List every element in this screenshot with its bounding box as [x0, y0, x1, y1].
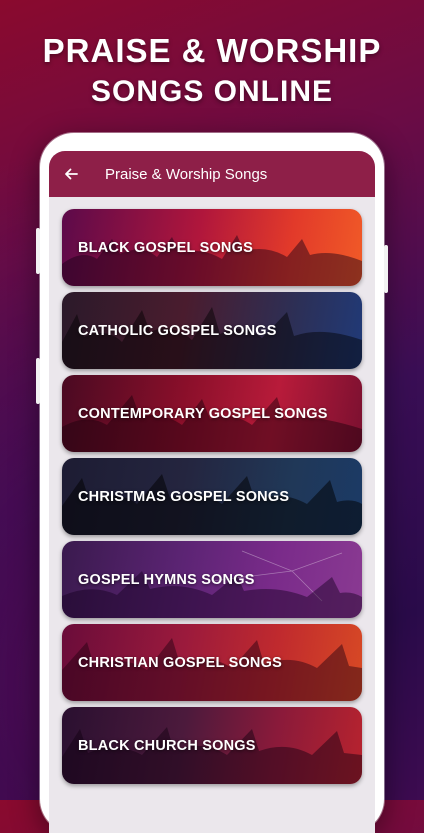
category-list: BLACK GOSPEL SONGS CATHOLIC GOSPEL SONGS…: [49, 197, 375, 784]
phone-side-button: [36, 358, 40, 404]
category-card-black-gospel[interactable]: BLACK GOSPEL SONGS: [62, 209, 362, 286]
page-title: Praise & Worship Songs: [105, 165, 268, 183]
category-card-contemporary-gospel[interactable]: CONTEMPORARY GOSPEL SONGS: [62, 375, 362, 452]
category-label: CHRISTMAS GOSPEL SONGS: [78, 488, 290, 505]
category-label: GOSPEL HYMNS SONGS: [78, 571, 255, 588]
phone-side-button: [384, 245, 388, 293]
category-card-christmas-gospel[interactable]: CHRISTMAS GOSPEL SONGS: [62, 458, 362, 535]
arrow-left-icon: [65, 168, 78, 180]
phone-mockup: Praise & Worship Songs BLACK GOSPEL SONG…: [36, 133, 388, 833]
back-button[interactable]: [49, 151, 93, 197]
category-card-christian-gospel[interactable]: CHRISTIAN GOSPEL SONGS: [62, 624, 362, 701]
category-label: CATHOLIC GOSPEL SONGS: [78, 322, 277, 339]
promo-title-line2: SONGS ONLINE: [90, 75, 334, 108]
app-screen: Praise & Worship Songs BLACK GOSPEL SONG…: [49, 151, 375, 833]
category-label: CHRISTIAN GOSPEL SONGS: [78, 654, 282, 671]
promo-headline: PRAISE & WORSHIP SONGS ONLINE: [0, 30, 424, 112]
app-bar: Praise & Worship Songs: [49, 151, 375, 197]
category-label: BLACK GOSPEL SONGS: [78, 239, 253, 256]
category-label: CONTEMPORARY GOSPEL SONGS: [78, 405, 328, 422]
promo-title-line1: PRAISE & WORSHIP: [42, 32, 382, 69]
category-card-black-church[interactable]: BLACK CHURCH SONGS: [62, 707, 362, 784]
category-label: BLACK CHURCH SONGS: [78, 737, 256, 754]
category-card-catholic-gospel[interactable]: CATHOLIC GOSPEL SONGS: [62, 292, 362, 369]
phone-side-button: [36, 228, 40, 274]
category-card-gospel-hymns[interactable]: GOSPEL HYMNS SONGS: [62, 541, 362, 618]
